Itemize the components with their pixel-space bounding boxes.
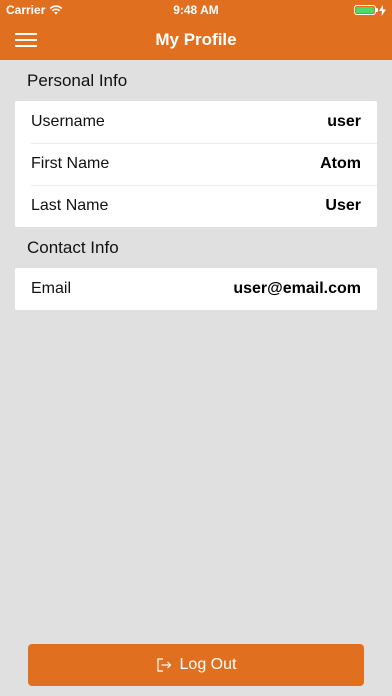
username-row: Username user xyxy=(15,101,377,143)
first-name-value: Atom xyxy=(320,155,361,172)
logout-label: Log Out xyxy=(179,656,237,673)
username-label: Username xyxy=(31,113,105,130)
first-name-label: First Name xyxy=(31,155,110,172)
username-value: user xyxy=(327,113,361,130)
logout-button[interactable]: Log Out xyxy=(28,644,364,686)
menu-button[interactable] xyxy=(4,20,48,60)
logout-icon xyxy=(156,658,171,672)
email-row: Email user@email.com xyxy=(15,268,377,310)
wifi-icon xyxy=(49,5,63,15)
email-label: Email xyxy=(31,280,72,297)
personal-info-header: Personal Info xyxy=(27,70,128,90)
contact-info-card: Email user@email.com xyxy=(15,268,377,310)
last-name-label: Last Name xyxy=(31,197,109,214)
status-bar: Carrier 9:48 AM xyxy=(0,0,392,20)
personal-info-card: Username user First Name Atom Last Name … xyxy=(15,101,377,227)
top-bar: Carrier 9:48 AM My Profile xyxy=(0,0,392,60)
charging-icon xyxy=(379,4,386,16)
email-value: user@email.com xyxy=(233,280,361,297)
battery-icon xyxy=(354,5,378,15)
status-right xyxy=(354,4,386,16)
status-left: Carrier xyxy=(6,3,63,17)
first-name-row: First Name Atom xyxy=(15,143,377,185)
last-name-row: Last Name User xyxy=(15,185,377,227)
carrier-label: Carrier xyxy=(6,3,46,17)
contact-info-header: Contact Info xyxy=(27,237,119,257)
page-title: My Profile xyxy=(155,30,237,49)
hamburger-menu-icon xyxy=(15,33,37,47)
nav-bar: My Profile xyxy=(0,20,392,60)
last-name-value: User xyxy=(325,197,361,214)
